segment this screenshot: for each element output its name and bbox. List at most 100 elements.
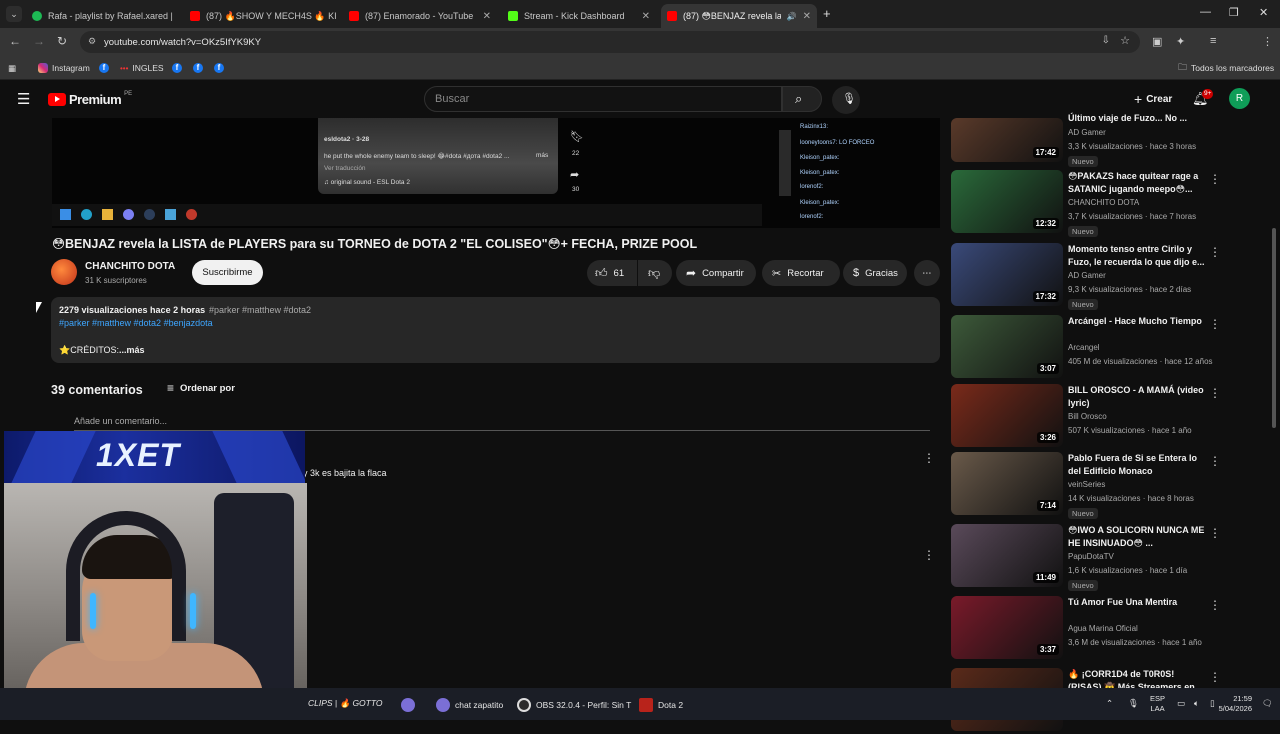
comment-menu-icon[interactable]: ⋮ [923,548,935,562]
recommended-video[interactable]: 17:32 Momento tenso entre Cirilo y Fuzo, … [951,243,1246,310]
recommended-title[interactable]: Último viaje de Fuzo... No ... [1068,112,1208,126]
recommended-title[interactable]: 😳IWO A SOLICORN NUNCA ME HE INSINUADO😳 .… [1068,524,1208,550]
inline-hashtags[interactable]: #parker #matthew #dota2 [209,305,311,315]
window-close-icon[interactable]: ✕ [1259,6,1268,19]
recommended-video[interactable]: 7:14 Pablo Fuera de Si se Entera lo del E… [951,452,1246,519]
close-icon[interactable]: ✕ [642,11,650,22]
bookmark-facebook-2[interactable]: f [172,60,182,76]
recommended-title[interactable]: 😳PAKAZS hace quitear rage a SATANIC juga… [1068,170,1208,196]
channel-avatar[interactable] [51,259,77,285]
video-player[interactable]: esldota2 · 3-28 he put the whole enemy t… [52,118,940,228]
recommended-menu-icon[interactable]: ⋮ [1209,454,1221,468]
recommended-video[interactable]: 3:07 Arcángel - Hace Mucho Tiempo Arcangel… [951,315,1246,381]
recommended-channel[interactable]: Bill Orosco [1068,412,1107,421]
recommended-channel[interactable]: Agua Marina Oficial [1068,624,1138,633]
extensions-icon[interactable]: ✦ [1176,35,1185,48]
url-bar[interactable]: ⚙ youtube.com/watch?v=OKz5IfYK9KY ⇩ ☆ [80,31,1140,53]
new-tab-button[interactable]: + [823,6,831,21]
volume-icon[interactable]: 🔈︎ [1194,698,1199,709]
recommended-menu-icon[interactable]: ⋮ [1209,386,1221,400]
menu-kebab-icon[interactable]: ⋮ [1262,35,1273,48]
taskbar-item-chat[interactable]: chat zapatito [436,698,503,712]
hamburger-menu-icon[interactable]: ☰ [17,90,30,108]
taskbar-item-obs[interactable]: OBS 32.0.4 - Perfil: Sin T [517,698,631,712]
comment-menu-icon[interactable]: ⋮ [923,451,935,465]
youtube-premium-logo[interactable]: Premium PE [48,91,132,107]
channel-name[interactable]: CHANCHITO DOTA [85,261,175,272]
show-more-link[interactable]: ...más [119,345,145,355]
close-icon[interactable]: ✕ [483,11,491,22]
voice-search-button[interactable]: 🎙 [832,86,860,114]
search-input[interactable]: Buscar [424,86,782,112]
media-controls-icon[interactable]: ≡ [1210,35,1216,47]
language-indicator[interactable]: ESP LAA [1150,694,1165,714]
recommended-menu-icon[interactable]: ⋮ [1209,670,1221,684]
taskbar-item-dota[interactable]: Dota 2 [639,698,683,712]
tab-search-button[interactable]: ⌄ [6,6,22,22]
recommended-video[interactable]: 11:49 😳IWO A SOLICORN NUNCA ME HE INSINUA… [951,524,1246,591]
video-thumbnail[interactable]: 17:42 [951,118,1063,162]
more-actions-button[interactable]: ⋯ [914,260,940,286]
account-avatar[interactable]: R [1229,88,1250,109]
screenshot-icon[interactable]: ▣ [1152,35,1162,48]
site-info-icon[interactable]: ⚙ [88,36,96,47]
browser-tab-1[interactable]: Rafa - playlist by Rafael.xared | ✕ [26,4,180,28]
recommended-menu-icon[interactable]: ⋮ [1209,526,1221,540]
sort-comments-button[interactable]: ≡ Ordenar por [167,381,235,395]
close-icon[interactable]: ✕ [179,11,180,22]
minimize-icon[interactable]: — [1200,6,1211,18]
browser-tab-4[interactable]: Stream - Kick Dashboard ✕ [502,4,656,28]
recommended-channel[interactable]: AD Gamer [1068,128,1106,137]
thanks-button[interactable]: $ Gracias [843,260,907,286]
microphone-icon[interactable]: 🎙︎ [1128,698,1139,709]
bookmark-facebook-4[interactable]: f [214,60,224,76]
browser-tab-2[interactable]: (87) 🔥SHOW Y MECH4S 🔥 KI ✕ [184,4,338,28]
bookmark-instagram[interactable]: Instagram [38,60,90,76]
recommended-video[interactable]: 12:32 😳PAKAZS hace quitear rage a SATANIC… [951,170,1246,237]
close-icon[interactable]: ✕ [803,11,811,22]
recommended-title[interactable]: Arcángel - Hace Mucho Tiempo [1068,315,1208,341]
recommended-title[interactable]: Tú Amor Fue Una Mentira [1068,596,1208,622]
all-bookmarks[interactable]: 🗀 Todos los marcadores [1178,60,1274,76]
bookmark-facebook-1[interactable]: f [99,60,109,76]
back-icon[interactable]: ← [9,34,21,48]
video-thumbnail[interactable]: 3:07 [951,315,1063,378]
reload-icon[interactable]: ↻ [57,34,67,48]
taskbar-item-clips[interactable]: CLIPS | 🔥 GOTTO [308,698,383,709]
taskbar-app-icon[interactable] [401,698,415,712]
hashtag-line[interactable]: #parker #matthew #dota2 #benjazdota [59,318,213,328]
browser-tab-3[interactable]: (87) Enamorado - YouTube ✕ [343,4,497,28]
browser-tab-5-active[interactable]: (87) 😳BENJAZ revela la LIS 🔊 ✕ [661,4,817,28]
dislike-button[interactable]: 👎︎ [638,260,672,286]
bookmark-star-icon[interactable]: ☆ [1120,34,1130,47]
video-thumbnail[interactable]: 11:49 [951,524,1063,587]
clock[interactable]: 21:59 5/04/2026 [1214,694,1252,714]
search-button[interactable]: ⌕ [782,86,822,112]
video-thumbnail[interactable]: 3:26 [951,384,1063,447]
recommended-menu-icon[interactable]: ⋮ [1209,172,1221,186]
recommended-menu-icon[interactable]: ⋮ [1209,317,1221,331]
description-box[interactable]: 2279 visualizaciones hace 2 horas #parke… [51,297,940,363]
video-thumbnail[interactable]: 7:14 [951,452,1063,515]
network-icon[interactable]: ▭ [1177,698,1185,709]
video-thumbnail[interactable]: 3:37 [951,596,1063,659]
recommended-channel[interactable]: PapuDotaTV [1068,552,1114,561]
recommended-menu-icon[interactable]: ⋮ [1209,598,1221,612]
apps-grid-icon[interactable]: ▦ [8,60,16,76]
recommended-video[interactable]: 3:26 BILL OROSCO - A MAMÁ (video lyric) Bi… [951,384,1246,450]
video-thumbnail[interactable]: 12:32 [951,170,1063,233]
bookmark-facebook-3[interactable]: f [193,60,203,76]
recommended-menu-icon[interactable]: ⋮ [1209,245,1221,259]
clip-button[interactable]: ✂ Recortar [762,260,840,286]
recommended-channel[interactable]: Arcangel [1068,343,1100,352]
recommended-channel[interactable]: veinSeries [1068,480,1105,489]
like-button[interactable]: 👍︎ 61 [587,260,637,286]
notifications-tray-icon[interactable]: 🗨︎ [1262,698,1273,709]
recommended-title[interactable]: BILL OROSCO - A MAMÁ (video lyric) [1068,384,1208,410]
scrollbar-thumb[interactable] [1272,228,1276,428]
subscribe-button[interactable]: Suscribirme [192,260,263,285]
video-thumbnail[interactable]: 17:32 [951,243,1063,306]
recommended-channel[interactable]: AD Gamer [1068,271,1106,280]
speaker-icon[interactable]: 🔊 [787,12,797,21]
bookmark-ingles[interactable]: ••• INGLES [120,60,164,76]
